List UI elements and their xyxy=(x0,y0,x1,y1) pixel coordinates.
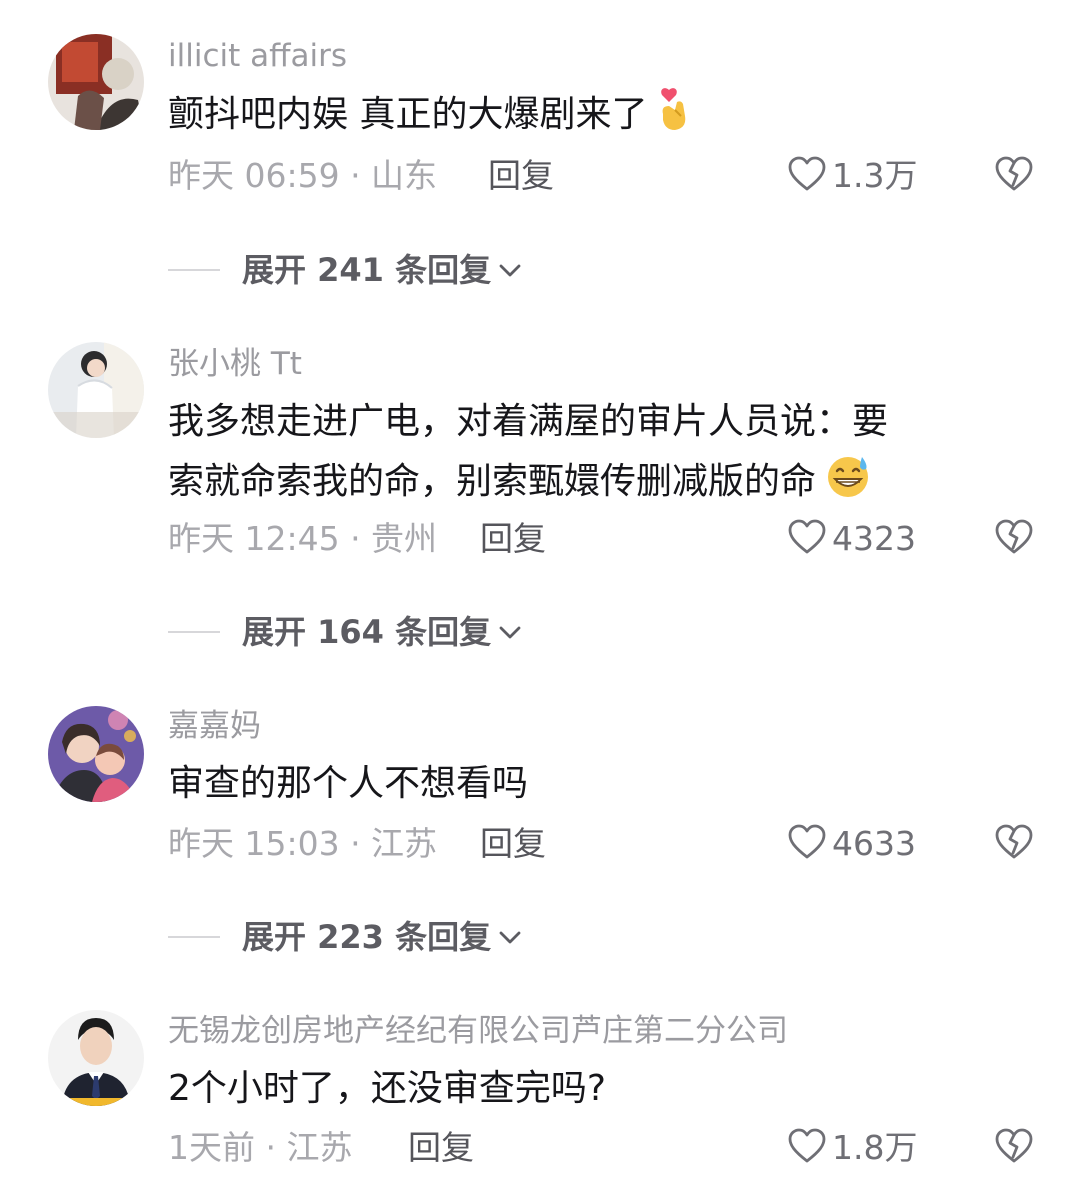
broken-heart-icon xyxy=(994,1128,1034,1168)
reply-button[interactable]: 回复 xyxy=(408,1126,474,1170)
like-button[interactable]: 4323 xyxy=(788,517,916,561)
comment-text: 颤抖吧内娱 真正的大爆剧来了 xyxy=(168,86,1028,150)
comment-text-line-body: 索就命索我的命，别索甄嬛传删减版的命 xyxy=(168,461,817,502)
broken-heart-icon xyxy=(994,519,1034,559)
like-button[interactable]: 1.3万 xyxy=(788,154,917,198)
finger-heart-emoji xyxy=(655,86,695,150)
username[interactable]: 无锡龙创房地产经纪有限公司芦庄第二分公司 xyxy=(168,1011,788,1051)
chevron-down-icon xyxy=(497,259,523,281)
divider xyxy=(168,631,220,633)
like-count: 1.8万 xyxy=(832,1128,918,1167)
username[interactable]: 张小桃 Tt xyxy=(168,344,302,384)
expand-replies[interactable]: 展开 164 条回复 xyxy=(168,610,523,654)
heart-outline-icon xyxy=(788,1128,826,1168)
broken-heart-icon xyxy=(994,824,1034,864)
expand-replies-label: 展开 164 条回复 xyxy=(242,613,492,651)
reply-button[interactable]: 回复 xyxy=(480,822,546,866)
reply-button[interactable]: 回复 xyxy=(488,154,554,198)
like-button[interactable]: 4633 xyxy=(788,822,916,866)
username[interactable]: illicit affairs xyxy=(168,36,347,76)
reply-button[interactable]: 回复 xyxy=(480,517,546,561)
expand-replies-label: 展开 241 条回复 xyxy=(242,251,492,289)
chevron-down-icon xyxy=(497,926,523,948)
dislike-button[interactable] xyxy=(992,154,1036,198)
heart-outline-icon xyxy=(788,156,826,196)
like-count: 4633 xyxy=(832,824,916,863)
dislike-button[interactable] xyxy=(992,1126,1036,1170)
dislike-button[interactable] xyxy=(992,822,1036,866)
comment-meta: 1天前 · 江苏 xyxy=(168,1128,353,1167)
comment-text-line: 我多想走进广电，对着满屋的审片人员说：要 xyxy=(168,401,889,442)
avatar[interactable] xyxy=(48,1010,144,1106)
dislike-button[interactable] xyxy=(992,517,1036,561)
divider xyxy=(168,936,220,938)
like-button[interactable]: 1.8万 xyxy=(788,1126,917,1170)
like-count: 1.3万 xyxy=(832,156,918,195)
heart-outline-icon xyxy=(788,824,826,864)
broken-heart-icon xyxy=(994,156,1034,196)
comment-meta: 昨天 06:59 · 山东 xyxy=(168,156,438,195)
comment-meta: 昨天 12:45 · 贵州 xyxy=(168,519,438,558)
comment-text: 审查的那个人不想看吗 xyxy=(168,763,529,804)
comment-text: 我多想走进广电，对着满屋的审片人员说：要 索就命索我的命，别索甄嬛传删减版的命 xyxy=(168,393,1028,517)
comment-text: 2个小时了，还没审查完吗? xyxy=(168,1068,607,1109)
expand-replies-label: 展开 223 条回复 xyxy=(242,918,492,956)
avatar[interactable] xyxy=(48,706,144,802)
comment-item: illicit affairs 颤抖吧内娱 真正的大爆剧来了 昨天 06:59 … xyxy=(0,0,1080,300)
expand-replies[interactable]: 展开 223 条回复 xyxy=(168,915,523,959)
expand-replies[interactable]: 展开 241 条回复 xyxy=(168,248,523,292)
avatar[interactable] xyxy=(48,342,144,438)
heart-outline-icon xyxy=(788,519,826,559)
avatar[interactable] xyxy=(48,34,144,130)
grinning-sweat-emoji xyxy=(824,453,874,517)
chevron-down-icon xyxy=(497,621,523,643)
comment-text-body: 颤抖吧内娱 真正的大爆剧来了 xyxy=(168,94,648,135)
username[interactable]: 嘉嘉妈 xyxy=(168,706,261,746)
divider xyxy=(168,269,220,271)
comment-text-line: 索就命索我的命，别索甄嬛传删减版的命 xyxy=(168,453,1028,517)
like-count: 4323 xyxy=(832,519,916,558)
comment-meta: 昨天 15:03 · 江苏 xyxy=(168,824,438,863)
